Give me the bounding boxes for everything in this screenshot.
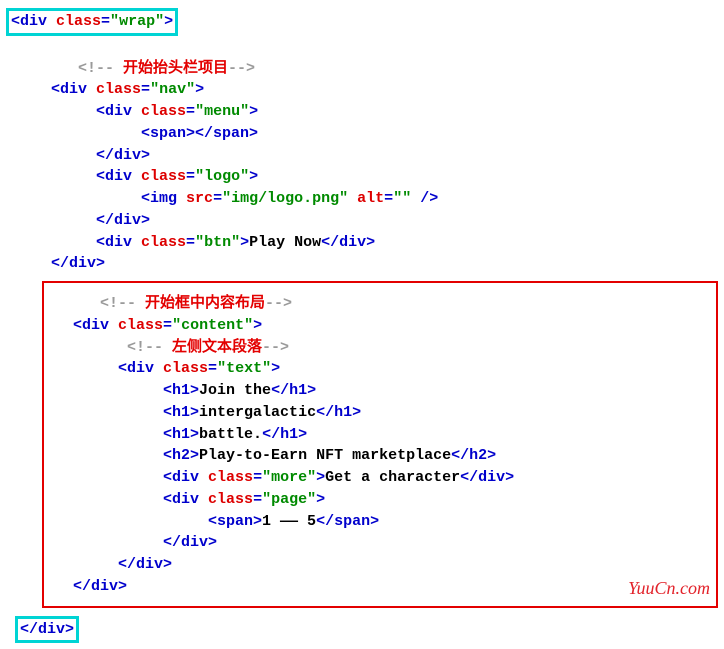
code-line-span-page: <span>1 —— 5</span> [46, 511, 710, 533]
blank-line [6, 36, 718, 58]
code-line-btn: <div class="btn">Play Now</div> [6, 232, 718, 254]
code-line-close-div: </div> [46, 532, 710, 554]
code-line-menu: <div class="menu"> [6, 101, 718, 123]
watermark-text: YuuCn.com [628, 575, 710, 601]
code-line-h2: <h2>Play-to-Earn NFT marketplace</h2> [46, 445, 710, 467]
code-line-close-div: </div> [46, 554, 710, 576]
code-line-close-div: </div> [46, 576, 710, 598]
code-comment-header: <!-- 开始抬头栏项目--> [6, 58, 718, 80]
code-line-more: <div class="more">Get a character</div> [46, 467, 710, 489]
code-line-logo: <div class="logo"> [6, 166, 718, 188]
highlighted-content-block: <!-- 开始框中内容布局--> <div class="content"> <… [42, 281, 718, 608]
code-line-close-div: </div> [6, 210, 718, 232]
code-line-wrap-open: <div class="wrap"> [6, 6, 718, 36]
code-comment-content: <!-- 开始框中内容布局--> [46, 293, 710, 315]
code-line-close-div: </div> [6, 253, 718, 275]
code-line-h1: <h1>intergalactic</h1> [46, 402, 710, 424]
code-line-text: <div class="text"> [46, 358, 710, 380]
code-line-nav: <div class="nav"> [6, 79, 718, 101]
code-line-close-div: </div> [6, 145, 718, 167]
code-line-wrap-close: </div> [6, 614, 718, 644]
code-line-span: <span></span> [6, 123, 718, 145]
code-comment-text: <!-- 左侧文本段落--> [46, 337, 710, 359]
code-line-img: <img src="img/logo.png" alt="" /> [6, 188, 718, 210]
code-line-page: <div class="page"> [46, 489, 710, 511]
code-line-h1: <h1>Join the</h1> [46, 380, 710, 402]
code-line-content: <div class="content"> [46, 315, 710, 337]
code-line-h1: <h1>battle.</h1> [46, 424, 710, 446]
